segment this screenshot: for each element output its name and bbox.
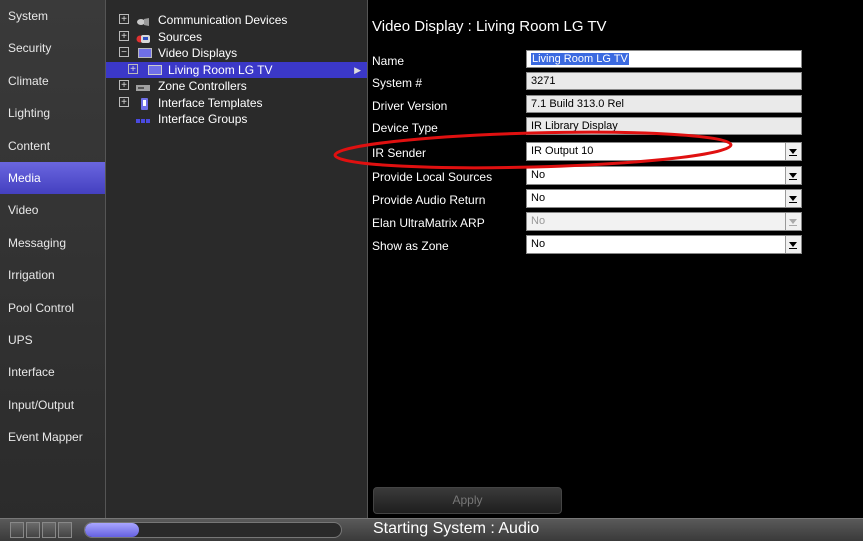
- expand-icon[interactable]: +: [128, 63, 138, 74]
- page-title: Video Display : Living Room LG TV: [372, 18, 607, 35]
- status-bar: Starting System : Audio: [0, 518, 863, 541]
- nav-item-lighting[interactable]: Lighting: [0, 97, 105, 129]
- status-indicator: [58, 522, 72, 538]
- tree-item-label: Communication Devices: [158, 13, 288, 27]
- tree-item-interface-groups[interactable]: Interface Groups: [106, 111, 367, 128]
- audio-return-value: No: [531, 192, 546, 204]
- sources-icon: [136, 32, 150, 43]
- prop-row-driver-version: Driver Version 7.1 Build 313.0 Rel: [368, 94, 863, 116]
- ultramatrix-arp-select: No: [526, 212, 802, 231]
- prop-row-audio-return: Provide Audio Return No: [368, 188, 863, 210]
- nav-item-system[interactable]: System: [0, 0, 105, 32]
- show-as-zone-label: Show as Zone: [372, 239, 449, 253]
- nav-item-interface[interactable]: Interface: [0, 356, 105, 388]
- tree-item-sources[interactable]: + Sources: [106, 29, 367, 46]
- status-indicator: [10, 522, 24, 538]
- nav-item-climate[interactable]: Climate: [0, 65, 105, 97]
- nav-item-content[interactable]: Content: [0, 130, 105, 162]
- audio-return-select[interactable]: No: [526, 189, 802, 208]
- tree-item-label: Video Displays: [158, 46, 238, 60]
- prop-row-ultramatrix-arp: Elan UltraMatrix ARP No: [368, 211, 863, 233]
- status-indicator: [42, 522, 56, 538]
- apply-button[interactable]: Apply: [373, 487, 562, 514]
- chevron-down-icon[interactable]: [785, 143, 801, 160]
- nav-item-pool-control[interactable]: Pool Control: [0, 292, 105, 324]
- status-indicator: [26, 522, 40, 538]
- progress-fill: [85, 523, 139, 537]
- system-number-field: 3271: [526, 72, 802, 90]
- highlight-ellipse: [333, 130, 733, 170]
- driver-version-field: 7.1 Build 313.0 Rel: [526, 95, 802, 113]
- tree-item-label: Interface Groups: [158, 112, 248, 126]
- display-icon: [138, 48, 152, 58]
- nav-item-security[interactable]: Security: [0, 32, 105, 64]
- system-number-label: System #: [372, 76, 423, 90]
- display-icon: [148, 64, 162, 75]
- expand-icon[interactable]: +: [119, 30, 129, 41]
- expand-icon[interactable]: +: [119, 96, 129, 107]
- tree-item-label: Sources: [158, 29, 203, 44]
- name-label: Name: [372, 54, 405, 68]
- template-icon: [139, 97, 153, 110]
- nav-item-event-mapper[interactable]: Event Mapper: [0, 421, 105, 453]
- name-field[interactable]: Living Room LG TV: [526, 50, 802, 68]
- device-tree: + Communication Devices + Sources − Vide…: [106, 0, 368, 518]
- tree-item-zone-controllers[interactable]: + Zone Controllers: [106, 78, 367, 95]
- tree-item-living-room-lg-tv[interactable]: + Living Room LG TV ▶: [106, 61, 367, 78]
- ultramatrix-arp-value: No: [531, 215, 546, 227]
- nav-item-video[interactable]: Video: [0, 194, 105, 226]
- nav-item-ups[interactable]: UPS: [0, 324, 105, 356]
- show-as-zone-select[interactable]: No: [526, 235, 802, 254]
- tree-item-label: Interface Templates: [158, 95, 263, 110]
- tree-item-communication-devices[interactable]: + Communication Devices: [106, 12, 367, 29]
- nav-item-input-output[interactable]: Input/Output: [0, 389, 105, 421]
- chevron-down-icon: [785, 213, 801, 230]
- groups-icon: [136, 114, 150, 124]
- nav-item-messaging[interactable]: Messaging: [0, 227, 105, 259]
- zone-controller-icon: [136, 81, 150, 91]
- properties-panel: Video Display : Living Room LG TV Name L…: [368, 0, 863, 518]
- prop-row-show-as-zone: Show as Zone No: [368, 234, 863, 256]
- status-text: Starting System : Audio: [373, 520, 540, 537]
- nav-item-media[interactable]: Media: [0, 161, 105, 195]
- tree-item-label: Zone Controllers: [158, 79, 247, 93]
- tree-item-label: Living Room LG TV: [168, 62, 273, 77]
- chevron-down-icon[interactable]: [785, 190, 801, 207]
- nav-item-irrigation[interactable]: Irrigation: [0, 259, 105, 291]
- chevron-down-icon[interactable]: [785, 167, 801, 184]
- audio-return-label: Provide Audio Return: [372, 193, 486, 207]
- chevron-down-icon[interactable]: [785, 236, 801, 253]
- prop-row-system-number: System # 3271: [368, 71, 863, 93]
- driver-version-label: Driver Version: [372, 99, 448, 113]
- expand-icon[interactable]: +: [119, 80, 129, 91]
- prop-row-name: Name Living Room LG TV: [368, 49, 863, 71]
- tree-item-interface-templates[interactable]: + Interface Templates: [106, 95, 367, 112]
- progress-bar: [84, 522, 342, 538]
- show-as-zone-value: No: [531, 238, 546, 250]
- sidebar-nav: System Security Climate Lighting Content…: [0, 0, 106, 518]
- communication-icon: [136, 15, 150, 26]
- collapse-icon[interactable]: −: [119, 47, 129, 58]
- expand-icon[interactable]: +: [119, 14, 129, 25]
- tree-item-video-displays[interactable]: − Video Displays: [106, 45, 367, 62]
- ultramatrix-arp-label: Elan UltraMatrix ARP: [372, 216, 485, 230]
- submenu-arrow-icon[interactable]: ▶: [354, 62, 361, 78]
